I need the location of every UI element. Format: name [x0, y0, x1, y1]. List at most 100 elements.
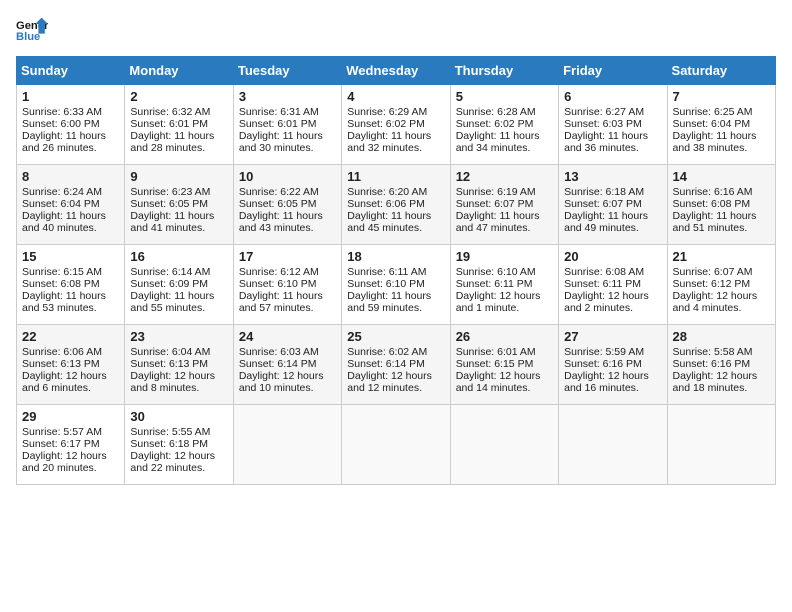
daylight-label: Daylight: 12 hours and 14 minutes. — [456, 370, 541, 394]
daylight-label: Daylight: 11 hours and 43 minutes. — [239, 210, 323, 234]
sunrise-label: Sunrise: 6:10 AM — [456, 266, 536, 278]
day-number: 17 — [239, 249, 336, 264]
daylight-label: Daylight: 11 hours and 59 minutes. — [347, 290, 431, 314]
calendar-cell: 28 Sunrise: 5:58 AM Sunset: 6:16 PM Dayl… — [667, 325, 775, 405]
daylight-label: Daylight: 12 hours and 20 minutes. — [22, 450, 107, 474]
calendar-cell — [559, 405, 667, 485]
daylight-label: Daylight: 11 hours and 51 minutes. — [673, 210, 757, 234]
daylight-label: Daylight: 11 hours and 53 minutes. — [22, 290, 106, 314]
calendar-cell: 25 Sunrise: 6:02 AM Sunset: 6:14 PM Dayl… — [342, 325, 450, 405]
day-number: 2 — [130, 89, 227, 104]
daylight-label: Daylight: 11 hours and 28 minutes. — [130, 130, 214, 154]
sunrise-label: Sunrise: 6:27 AM — [564, 106, 644, 118]
sunrise-label: Sunrise: 6:16 AM — [673, 186, 753, 198]
calendar-cell — [233, 405, 341, 485]
calendar-cell — [342, 405, 450, 485]
day-number: 28 — [673, 329, 770, 344]
week-row-3: 15 Sunrise: 6:15 AM Sunset: 6:08 PM Dayl… — [17, 245, 776, 325]
sunrise-label: Sunrise: 5:59 AM — [564, 346, 644, 358]
sunrise-label: Sunrise: 6:06 AM — [22, 346, 102, 358]
sunrise-label: Sunrise: 6:33 AM — [22, 106, 102, 118]
sunset-label: Sunset: 6:14 PM — [239, 358, 317, 370]
week-row-1: 1 Sunrise: 6:33 AM Sunset: 6:00 PM Dayli… — [17, 85, 776, 165]
sunset-label: Sunset: 6:10 PM — [239, 278, 317, 290]
sunset-label: Sunset: 6:01 PM — [239, 118, 317, 130]
calendar-cell: 5 Sunrise: 6:28 AM Sunset: 6:02 PM Dayli… — [450, 85, 558, 165]
day-number: 20 — [564, 249, 661, 264]
calendar-cell: 4 Sunrise: 6:29 AM Sunset: 6:02 PM Dayli… — [342, 85, 450, 165]
day-number: 24 — [239, 329, 336, 344]
sunrise-label: Sunrise: 6:28 AM — [456, 106, 536, 118]
sunset-label: Sunset: 6:15 PM — [456, 358, 534, 370]
calendar-cell: 27 Sunrise: 5:59 AM Sunset: 6:16 PM Dayl… — [559, 325, 667, 405]
daylight-label: Daylight: 11 hours and 30 minutes. — [239, 130, 323, 154]
day-number: 15 — [22, 249, 119, 264]
daylight-label: Daylight: 12 hours and 12 minutes. — [347, 370, 432, 394]
sunrise-label: Sunrise: 6:24 AM — [22, 186, 102, 198]
sunrise-label: Sunrise: 5:57 AM — [22, 426, 102, 438]
calendar-cell: 1 Sunrise: 6:33 AM Sunset: 6:00 PM Dayli… — [17, 85, 125, 165]
day-number: 8 — [22, 169, 119, 184]
sunset-label: Sunset: 6:07 PM — [564, 198, 642, 210]
sunset-label: Sunset: 6:10 PM — [347, 278, 425, 290]
sunrise-label: Sunrise: 6:18 AM — [564, 186, 644, 198]
sunset-label: Sunset: 6:17 PM — [22, 438, 100, 450]
daylight-label: Daylight: 11 hours and 40 minutes. — [22, 210, 106, 234]
daylight-label: Daylight: 11 hours and 34 minutes. — [456, 130, 540, 154]
sunrise-label: Sunrise: 6:07 AM — [673, 266, 753, 278]
sunset-label: Sunset: 6:06 PM — [347, 198, 425, 210]
sunset-label: Sunset: 6:03 PM — [564, 118, 642, 130]
sunrise-label: Sunrise: 5:55 AM — [130, 426, 210, 438]
day-header-thursday: Thursday — [450, 57, 558, 85]
sunrise-label: Sunrise: 5:58 AM — [673, 346, 753, 358]
sunrise-label: Sunrise: 6:11 AM — [347, 266, 426, 278]
sunset-label: Sunset: 6:11 PM — [456, 278, 533, 290]
week-row-2: 8 Sunrise: 6:24 AM Sunset: 6:04 PM Dayli… — [17, 165, 776, 245]
calendar-cell: 29 Sunrise: 5:57 AM Sunset: 6:17 PM Dayl… — [17, 405, 125, 485]
daylight-label: Daylight: 11 hours and 55 minutes. — [130, 290, 214, 314]
day-number: 30 — [130, 409, 227, 424]
sunrise-label: Sunrise: 6:31 AM — [239, 106, 319, 118]
day-number: 21 — [673, 249, 770, 264]
day-header-tuesday: Tuesday — [233, 57, 341, 85]
logo: General Blue — [16, 16, 48, 44]
sunrise-label: Sunrise: 6:04 AM — [130, 346, 210, 358]
sunrise-label: Sunrise: 6:22 AM — [239, 186, 319, 198]
sunset-label: Sunset: 6:08 PM — [22, 278, 100, 290]
daylight-label: Daylight: 12 hours and 10 minutes. — [239, 370, 324, 394]
day-number: 10 — [239, 169, 336, 184]
sunset-label: Sunset: 6:07 PM — [456, 198, 534, 210]
week-row-4: 22 Sunrise: 6:06 AM Sunset: 6:13 PM Dayl… — [17, 325, 776, 405]
sunrise-label: Sunrise: 6:19 AM — [456, 186, 536, 198]
day-number: 7 — [673, 89, 770, 104]
daylight-label: Daylight: 12 hours and 6 minutes. — [22, 370, 107, 394]
calendar-cell: 11 Sunrise: 6:20 AM Sunset: 6:06 PM Dayl… — [342, 165, 450, 245]
day-number: 19 — [456, 249, 553, 264]
sunrise-label: Sunrise: 6:20 AM — [347, 186, 427, 198]
calendar-cell: 30 Sunrise: 5:55 AM Sunset: 6:18 PM Dayl… — [125, 405, 233, 485]
daylight-label: Daylight: 12 hours and 8 minutes. — [130, 370, 215, 394]
daylight-label: Daylight: 12 hours and 4 minutes. — [673, 290, 758, 314]
day-number: 5 — [456, 89, 553, 104]
sunset-label: Sunset: 6:16 PM — [564, 358, 642, 370]
day-number: 26 — [456, 329, 553, 344]
days-header-row: SundayMondayTuesdayWednesdayThursdayFrid… — [17, 57, 776, 85]
day-number: 6 — [564, 89, 661, 104]
sunset-label: Sunset: 6:13 PM — [130, 358, 208, 370]
sunset-label: Sunset: 6:04 PM — [673, 118, 751, 130]
daylight-label: Daylight: 12 hours and 1 minute. — [456, 290, 541, 314]
calendar-cell: 8 Sunrise: 6:24 AM Sunset: 6:04 PM Dayli… — [17, 165, 125, 245]
sunrise-label: Sunrise: 6:12 AM — [239, 266, 319, 278]
sunrise-label: Sunrise: 6:03 AM — [239, 346, 319, 358]
calendar-cell: 9 Sunrise: 6:23 AM Sunset: 6:05 PM Dayli… — [125, 165, 233, 245]
sunset-label: Sunset: 6:08 PM — [673, 198, 751, 210]
day-header-friday: Friday — [559, 57, 667, 85]
day-number: 18 — [347, 249, 444, 264]
day-number: 11 — [347, 169, 444, 184]
calendar-cell: 6 Sunrise: 6:27 AM Sunset: 6:03 PM Dayli… — [559, 85, 667, 165]
daylight-label: Daylight: 11 hours and 26 minutes. — [22, 130, 106, 154]
calendar-cell: 14 Sunrise: 6:16 AM Sunset: 6:08 PM Dayl… — [667, 165, 775, 245]
calendar-cell: 13 Sunrise: 6:18 AM Sunset: 6:07 PM Dayl… — [559, 165, 667, 245]
day-header-saturday: Saturday — [667, 57, 775, 85]
sunrise-label: Sunrise: 6:23 AM — [130, 186, 210, 198]
